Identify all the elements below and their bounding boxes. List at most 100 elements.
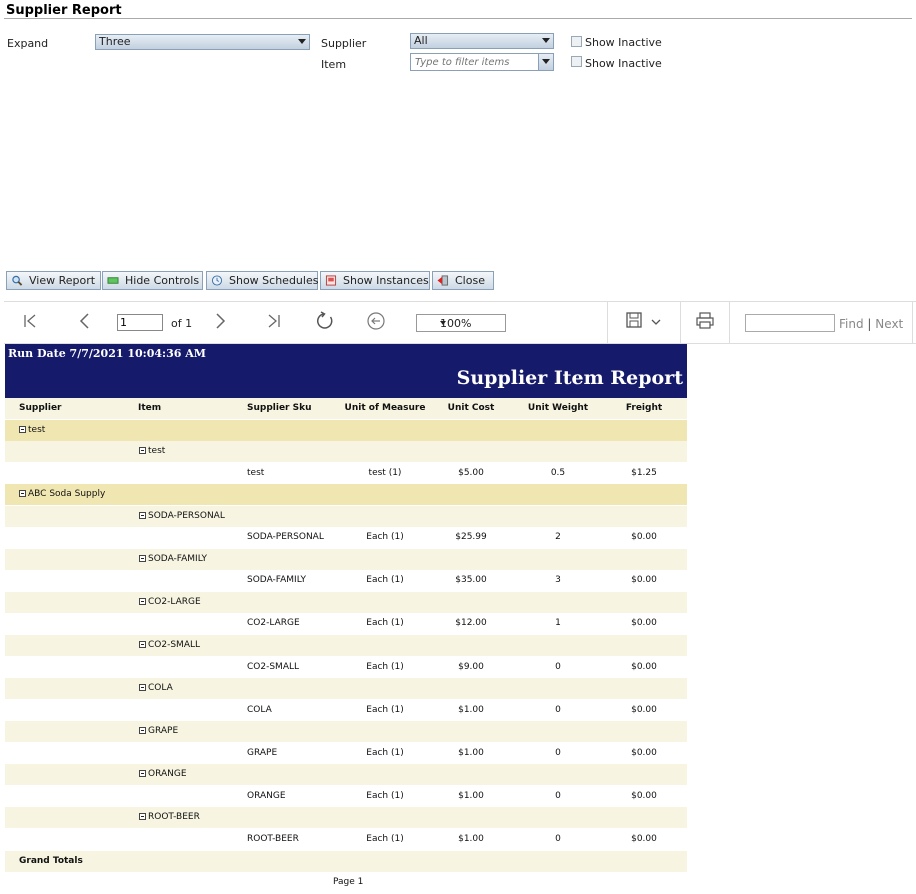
expand-dropdown[interactable]: Three [95,34,310,50]
detail-row: CO2-LARGE Each (1) $12.00 1 $0.00 [5,613,687,635]
page-count: of 1 [171,317,193,330]
chevron-down-icon [298,39,306,44]
find-link[interactable]: Find [839,317,864,331]
item-group[interactable]: CO2-LARGE [139,592,201,613]
run-date: Run Date 7/7/2021 10:04:36 AM [8,347,206,360]
detail-weight: 1 [555,618,561,629]
item-group[interactable]: SODA-FAMILY [139,549,207,570]
detail-weight: 0 [555,704,561,715]
detail-sku: ORANGE [247,790,286,801]
column-header: Unit of Measure [344,403,426,413]
collapse-toggle-icon[interactable] [19,425,26,433]
detail-row: ORANGE Each (1) $1.00 0 $0.00 [5,785,687,807]
detail-freight: $0.00 [631,704,657,715]
zoom-dropdown[interactable]: 100% [416,314,506,332]
chevron-down-icon [542,59,550,64]
collapse-toggle-icon[interactable] [139,684,146,692]
detail-uom: Each (1) [366,618,404,629]
column-header: Supplier [19,403,62,413]
page-number-input[interactable] [117,314,163,331]
item-filter-input[interactable] [413,55,543,69]
first-page-icon[interactable] [23,314,37,328]
item-group-row: GRAPE [5,721,687,743]
view-report-button[interactable]: View Report [6,271,101,290]
supplier-label: Supplier [321,37,367,50]
last-page-icon[interactable] [267,314,281,328]
chevron-down-icon [440,321,446,325]
refresh-icon[interactable] [315,311,335,331]
find-input[interactable] [745,314,835,332]
grand-totals-label: Grand Totals [19,855,83,866]
collapse-toggle-icon[interactable] [19,490,26,498]
item-filter-dropdown-button[interactable] [538,54,553,70]
item-group[interactable]: GRAPE [139,721,178,742]
hide-controls-icon [107,277,119,284]
item-group-row: SODA-PERSONAL [5,505,687,527]
chevron-down-icon[interactable] [651,319,661,326]
item-group[interactable]: ORANGE [139,764,187,785]
supplier-dropdown[interactable]: All [410,33,554,49]
item-group[interactable]: COLA [139,678,173,699]
close-button[interactable]: Close [432,271,494,290]
column-header: Freight [625,403,663,413]
chevron-down-icon [542,38,550,43]
show-schedules-button[interactable]: Show Schedules [206,271,318,290]
supplier-show-inactive-checkbox[interactable] [571,36,582,47]
item-group-row: ORANGE [5,764,687,786]
back-arrow-icon[interactable] [366,311,386,331]
detail-sku: ROOT-BEER [247,833,299,844]
expand-label: Expand [7,37,49,50]
previous-page-icon[interactable] [78,313,90,329]
collapse-toggle-icon[interactable] [139,813,146,821]
next-link[interactable]: Next [875,317,903,331]
item-group-row: CO2-LARGE [5,591,687,613]
grand-totals-row: Grand Totals [5,850,687,872]
collapse-toggle-icon[interactable] [139,727,146,735]
show-instances-button[interactable]: Show Instances [320,271,430,290]
detail-uom: Each (1) [366,747,404,758]
item-show-inactive-checkbox[interactable] [571,56,582,67]
detail-row: test test (1) $5.00 0.5 $1.25 [5,462,687,484]
toolbar-divider [680,301,681,344]
find-separator: | [867,317,872,331]
collapse-toggle-icon[interactable] [139,511,146,519]
detail-freight: $0.00 [631,532,657,543]
detail-row: GRAPE Each (1) $1.00 0 $0.00 [5,742,687,764]
column-header: Unit Weight [527,403,589,413]
column-header: Supplier Sku [247,403,312,413]
item-group-row: SODA-FAMILY [5,548,687,570]
collapse-toggle-icon[interactable] [139,597,146,605]
item-show-inactive-label: Show Inactive [585,57,662,70]
supplier-group-row: test [5,419,687,441]
item-filter[interactable] [410,53,554,71]
detail-uom: Each (1) [366,661,404,672]
supplier-group[interactable]: test [19,420,45,441]
exit-door-icon [437,275,449,286]
collapse-toggle-icon[interactable] [139,641,146,648]
column-header-row: Supplier Item Supplier Sku Unit of Measure U… [5,398,687,419]
magnifier-icon [12,275,23,286]
detail-sku: SODA-FAMILY [247,575,307,586]
save-icon[interactable] [626,312,642,328]
hide-controls-button[interactable]: Hide Controls [102,271,203,290]
detail-weight: 0 [555,790,561,801]
item-group[interactable]: ROOT-BEER [139,807,200,828]
page-footer: Page 1 [333,877,364,887]
detail-weight: 0 [555,747,561,758]
collapse-toggle-icon[interactable] [139,554,146,562]
next-page-icon[interactable] [215,313,227,329]
detail-uom: Each (1) [366,532,404,543]
detail-cost: $35.00 [455,575,487,586]
detail-row: SODA-PERSONAL Each (1) $25.99 2 $0.00 [5,527,687,549]
item-group[interactable]: CO2-SMALL [139,635,200,656]
expand-value: Three [99,35,131,48]
print-icon[interactable] [696,312,714,329]
item-group[interactable]: test [139,441,165,462]
collapse-toggle-icon[interactable] [139,447,146,455]
detail-weight: 3 [555,575,561,586]
report-header: Run Date 7/7/2021 10:04:36 AM Supplier I… [5,344,687,398]
supplier-group[interactable]: ABC Soda Supply [19,484,105,505]
collapse-toggle-icon[interactable] [139,770,146,778]
item-group-label: GRAPE [148,726,179,737]
item-group[interactable]: SODA-PERSONAL [139,506,225,527]
